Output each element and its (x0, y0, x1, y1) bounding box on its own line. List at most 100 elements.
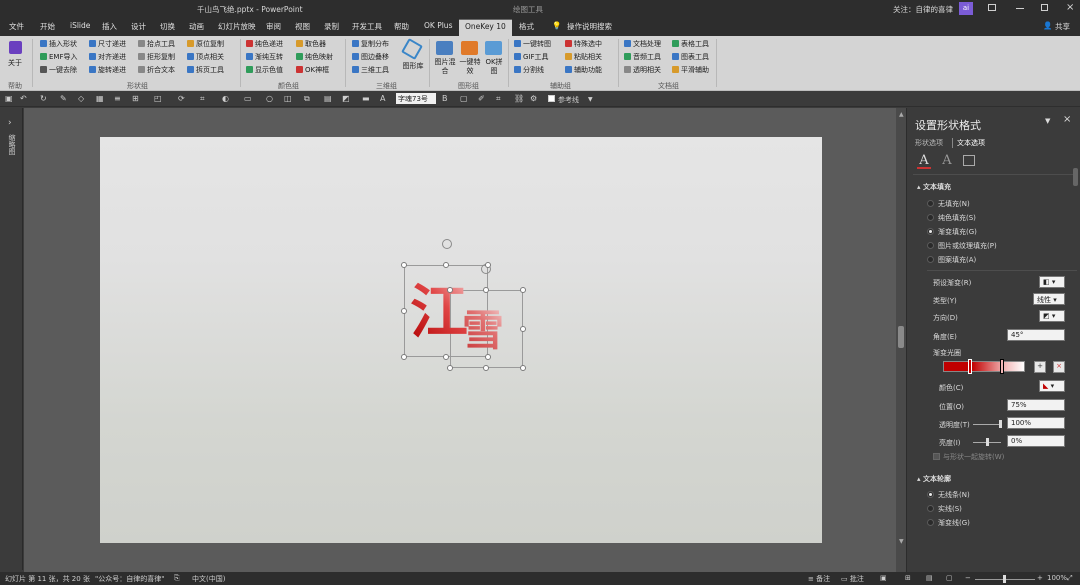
resize-handle[interactable] (520, 326, 526, 332)
pick-point-button[interactable]: 拾点工具 (138, 39, 175, 49)
vertex-button[interactable]: 顶点相关 (187, 52, 224, 62)
link-icon[interactable]: ⛓ (514, 94, 524, 103)
align-progress-button[interactable]: 对齐递进 (89, 52, 126, 62)
copy-distribute-button[interactable]: 复制分布 (352, 39, 389, 49)
eyedropper-button[interactable]: 取色器 (296, 39, 326, 49)
settings-icon[interactable]: ⚙ (530, 94, 537, 103)
zoom-slider-thumb[interactable] (1003, 575, 1006, 583)
shape-icon[interactable]: ◇ (78, 94, 84, 103)
tab-okplus[interactable]: OK Plus (424, 21, 452, 30)
restore-icon[interactable] (1041, 4, 1048, 11)
tab-onekey[interactable]: OneKey 10 (459, 19, 512, 36)
resize-handle[interactable] (401, 262, 407, 268)
tab-developer[interactable]: 开发工具 (352, 21, 382, 32)
transparency-button[interactable]: 透明相关 (624, 65, 661, 75)
group-icon[interactable]: ◰ (154, 94, 162, 103)
paste-related-button[interactable]: 粘贴相关 (565, 52, 602, 62)
shape-library-button[interactable]: 图形库 (402, 62, 424, 71)
in-place-copy-button[interactable]: 原位复制 (187, 39, 224, 49)
gif-tools-button[interactable]: GIF工具 (514, 52, 549, 62)
three-d-tools-button[interactable]: 三维工具 (352, 65, 389, 75)
brightness-input[interactable]: 0% (1007, 435, 1065, 447)
color-dropdown[interactable]: ◣ ▾ (1039, 380, 1065, 392)
ok-collage-button[interactable]: OK拼图 (482, 58, 506, 76)
resize-handle[interactable] (520, 287, 526, 293)
reading-view-icon[interactable]: ▤ (926, 574, 933, 582)
tab-help[interactable]: 帮助 (394, 21, 409, 32)
resize-handle[interactable] (401, 308, 407, 314)
format-painter-icon[interactable]: ✎ (60, 94, 67, 103)
remove-stop-icon[interactable]: × (1053, 361, 1065, 373)
tab-design[interactable]: 设计 (131, 21, 146, 32)
slide-text-jiang[interactable]: 江 (410, 277, 468, 347)
radio-picture-fill[interactable] (927, 242, 934, 249)
minimize-icon[interactable] (1016, 8, 1024, 9)
divider-button[interactable]: 分割线 (514, 65, 544, 75)
tab-animations[interactable]: 动画 (189, 21, 204, 32)
direction-dropdown[interactable]: ◩ ▾ (1039, 310, 1065, 322)
align-icon[interactable]: ≡ (114, 94, 121, 103)
chart-tools-button[interactable]: 图表工具 (672, 52, 709, 62)
convert-to-image-button[interactable]: 一键转图 (514, 39, 551, 49)
text-fill-outline-icon[interactable]: A (917, 153, 931, 169)
guide-checkbox[interactable] (548, 95, 555, 102)
radio-gradient-fill[interactable] (927, 228, 934, 235)
textbox-icon[interactable] (963, 155, 975, 166)
color-map-button[interactable]: 纯色映射 (296, 52, 333, 62)
doc-process-button[interactable]: 文档处理 (624, 39, 661, 49)
transparency-slider-thumb[interactable] (999, 420, 1002, 428)
bold-icon[interactable]: B (442, 94, 448, 103)
resize-handle[interactable] (447, 365, 453, 371)
share-button[interactable]: 共享 (1055, 21, 1070, 32)
radio-no-line[interactable] (927, 491, 934, 498)
fill-icon[interactable]: ◐ (222, 94, 229, 103)
undo-icon[interactable]: ↶ (20, 94, 27, 103)
radio-no-fill[interactable] (927, 200, 934, 207)
shadow-icon[interactable]: ◫ (284, 94, 292, 103)
crop-icon[interactable]: ⌗ (200, 94, 205, 104)
ok-frame-button[interactable]: OK神框 (296, 65, 329, 75)
tab-transitions[interactable]: 切换 (160, 21, 175, 32)
zoom-in-icon[interactable]: + (1037, 574, 1043, 582)
shape-outline-icon[interactable]: ▢ (460, 94, 468, 103)
text-fill-icon[interactable]: ◩ (342, 94, 350, 103)
thumbnail-label[interactable]: 缩略图 (7, 134, 17, 155)
image-icon[interactable]: ▦ (96, 94, 104, 103)
transparency-input[interactable]: 100% (1007, 417, 1065, 429)
slide-canvas[interactable]: 江 雪 (100, 137, 822, 543)
rotate-icon[interactable]: ⟳ (178, 94, 185, 103)
gradient-convert-button[interactable]: 渐纯互转 (246, 52, 283, 62)
size-progress-button[interactable]: 尺寸递进 (89, 39, 126, 49)
radio-pattern-fill[interactable] (927, 256, 934, 263)
tab-view[interactable]: 视图 (295, 21, 310, 32)
avatar[interactable]: ai (959, 2, 973, 15)
special-select-button[interactable]: 特殊选中 (565, 39, 602, 49)
tab-text-options[interactable]: 文本选项 (952, 138, 985, 148)
slide-text-xue[interactable]: 雪 (462, 305, 504, 357)
save-icon[interactable]: ▣ (5, 94, 13, 103)
tab-home[interactable]: 开始 (40, 21, 55, 32)
show-color-button[interactable]: 显示色值 (246, 65, 283, 75)
tell-me-search[interactable]: 操作说明搜索 (567, 21, 612, 32)
one-click-effects-button[interactable]: 一键特效 (458, 58, 482, 76)
scroll-down-icon[interactable]: ▼ (899, 538, 904, 545)
preset-gradient-dropdown[interactable]: ◧ ▾ (1039, 276, 1065, 288)
text-outline-header[interactable]: ▴ 文本轮廓 (917, 474, 951, 484)
rotate-progress-button[interactable]: 旋转递进 (89, 65, 126, 75)
matrix-copy-button[interactable]: 拒形复制 (138, 52, 175, 62)
brightness-slider-thumb[interactable] (986, 438, 989, 446)
resize-handle[interactable] (485, 354, 491, 360)
transparency-slider[interactable] (973, 424, 1001, 425)
normal-view-icon[interactable]: ▣ (880, 574, 887, 582)
pane-scroll-thumb[interactable] (1073, 168, 1078, 186)
tab-insert[interactable]: 插入 (102, 21, 117, 32)
distribute-icon[interactable]: ⊞ (132, 94, 139, 103)
customize-qat-icon[interactable]: ▼ (588, 96, 593, 103)
outline-icon[interactable]: ▭ (244, 94, 252, 103)
accessibility-icon[interactable]: ⎘ (174, 574, 180, 583)
add-stop-icon[interactable]: + (1034, 361, 1046, 373)
gradient-stops-bar[interactable] (943, 361, 1025, 372)
resize-handle[interactable] (447, 287, 453, 293)
font-color-icon[interactable]: A (380, 94, 385, 103)
radio-solid-line[interactable] (927, 505, 934, 512)
